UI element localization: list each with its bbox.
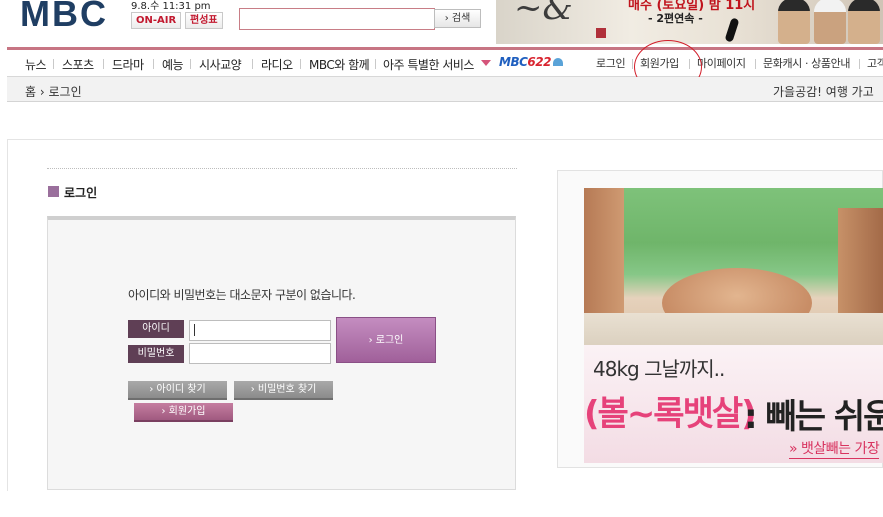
search-button[interactable]: › 검색 (434, 9, 481, 28)
search-input[interactable] (239, 8, 435, 30)
content-frame-border (7, 139, 8, 491)
nav-separator (252, 59, 253, 69)
util-separator (859, 59, 860, 69)
nav-item-entertainment[interactable]: 예능 (162, 56, 184, 73)
util-mypage-link[interactable]: 마이페이지 (697, 55, 746, 71)
content-frame-border (7, 139, 883, 140)
actor-portrait-image (814, 0, 846, 44)
onair-button[interactable]: ON-AIR (131, 12, 182, 29)
password-label: 비밀번호 (128, 345, 184, 363)
util-customer-link[interactable]: 고객 (867, 55, 883, 71)
mbc622-logo[interactable]: MBC622 (499, 55, 563, 69)
find-password-button[interactable]: › 비밀번호 찾기 (234, 381, 333, 400)
breadcrumb-bar (7, 77, 883, 102)
svg-text:MBC: MBC (20, 0, 108, 34)
breadcrumb: 홈 › 로그인 (25, 83, 82, 100)
banner-subtext: - 2편연속 - (648, 12, 703, 25)
mbc622-suffix: 622 (527, 55, 551, 69)
breadcrumb-home[interactable]: 홈 (25, 85, 36, 99)
brush-stroke-image (724, 17, 740, 43)
find-id-button[interactable]: › 아이디 찾기 (128, 381, 227, 400)
nav-separator (375, 59, 376, 69)
actor-portrait-image (778, 0, 810, 44)
header-divider (7, 47, 883, 50)
nav-item-current-affairs[interactable]: 시사교양 (199, 56, 242, 73)
nav-item-drama[interactable]: 드라마 (112, 56, 144, 73)
join-button[interactable]: › 회원가입 (134, 403, 233, 422)
section-bullet-icon (48, 186, 59, 197)
util-culture-cash-link[interactable]: 문화캐시 · 상품안내 (763, 55, 850, 71)
nav-separator (53, 59, 54, 69)
nav-item-special-service[interactable]: 아주 특별한 서비스 (383, 56, 474, 73)
breadcrumb-current: 로그인 (48, 85, 82, 99)
section-divider (47, 168, 517, 169)
breadcrumb-chevron-icon: › (39, 85, 45, 99)
nav-item-news[interactable]: 뉴스 (25, 56, 47, 73)
ad-slogan-highlight: (볼~록뱃살) (584, 394, 757, 434)
nav-separator (103, 59, 104, 69)
util-separator (632, 59, 633, 69)
actor-portrait-image (848, 0, 880, 44)
util-separator (755, 59, 756, 69)
mbc622-prefix: MBC (499, 55, 528, 69)
current-datetime: 9.8.수 11:31 pm (131, 1, 211, 12)
drama-banner[interactable]: ~& 매주 (토요일) 밤 11시 - 2편연속 - (496, 0, 883, 44)
id-field[interactable] (189, 320, 331, 341)
ad-photo[interactable] (584, 188, 883, 345)
promo-ticker[interactable]: 가을공감! 여행 가고 (773, 83, 874, 100)
nav-item-radio[interactable]: 라디오 (261, 56, 293, 73)
schedule-button[interactable]: 편성표 (185, 12, 223, 29)
util-login-link[interactable]: 로그인 (596, 55, 626, 71)
mbc622-hat-icon (552, 58, 563, 66)
nav-item-with-mbc[interactable]: MBC와 함께 (309, 56, 370, 73)
banner-calligraphy-image: ~& (514, 0, 573, 28)
password-field[interactable] (189, 343, 331, 364)
id-label: 아이디 (128, 320, 184, 338)
ad-link[interactable]: » 뱃살빼는 가장 (789, 438, 880, 459)
seal-stamp-image (596, 28, 606, 38)
dropdown-triangle-icon[interactable] (481, 60, 491, 66)
nav-separator (300, 59, 301, 69)
login-button[interactable]: › 로그인 (336, 317, 436, 363)
main-nav: 뉴스 스포츠 드라마 예능 시사교양 라디오 MBC와 함께 아주 특별한 서비… (7, 52, 883, 77)
ad-slogan: : 빼는 쉬운 (744, 397, 883, 437)
nav-separator (153, 59, 154, 69)
text-cursor (194, 324, 195, 336)
nav-separator (190, 59, 191, 69)
ad-photo-pants (584, 313, 883, 345)
mbc-logo[interactable]: MBC (20, 0, 124, 34)
nav-item-sports[interactable]: 스포츠 (62, 56, 94, 73)
page-title: 로그인 (64, 186, 98, 200)
ad-headline: 48kg 그날까지.. (593, 357, 725, 381)
case-insensitive-notice: 아이디와 비밀번호는 대소문자 구분이 없습니다. (128, 288, 356, 302)
